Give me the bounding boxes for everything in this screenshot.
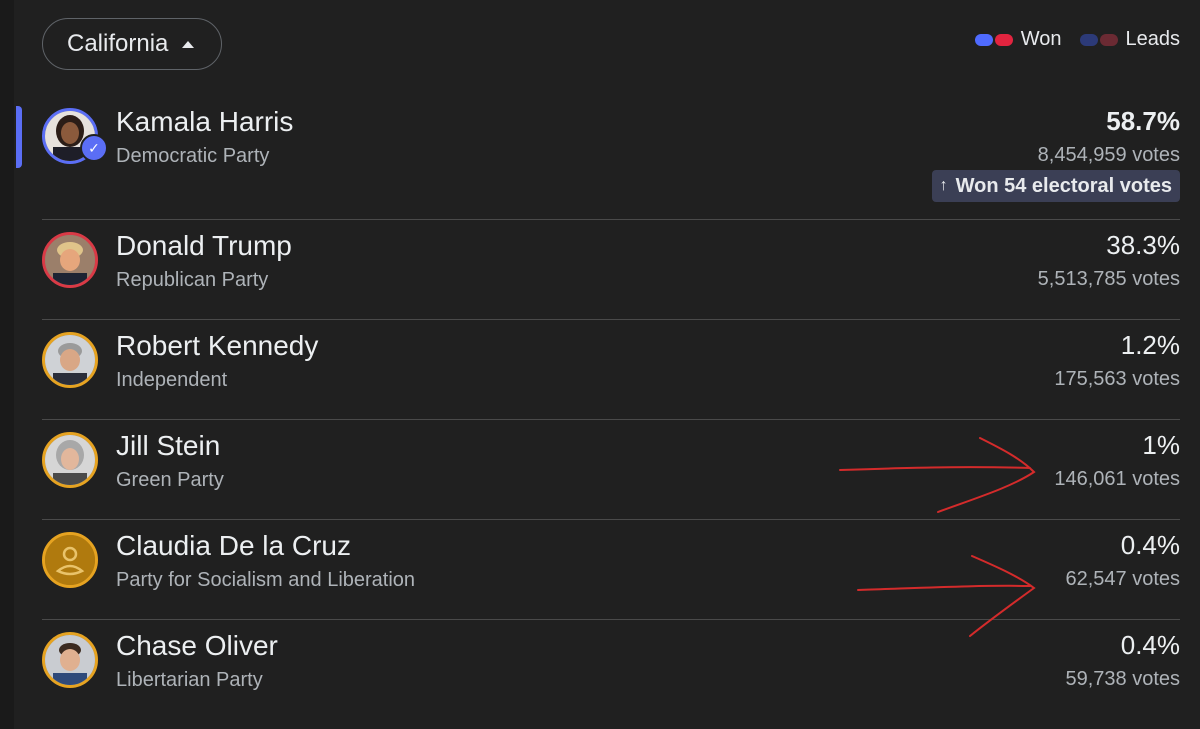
candidate-percent: 38.3% (1106, 230, 1180, 260)
candidate-party: Party for Socialism and Liberation (116, 569, 416, 591)
candidate-percent: 0.4% (1120, 630, 1180, 660)
candidate-party: Independent (116, 369, 228, 391)
candidate-name: Kamala Harris (116, 106, 294, 137)
state-dropdown[interactable]: California (42, 18, 222, 70)
candidate-row-de-la-cruz[interactable]: Claudia De la Cruz Party for Socialism a… (42, 520, 1180, 620)
candidate-name: Claudia De la Cruz (116, 530, 351, 561)
candidate-percent: 1% (1142, 430, 1180, 460)
candidate-name: Chase Oliver (116, 630, 278, 661)
candidate-party: Green Party (116, 469, 224, 491)
candidate-percent: 1.2% (1120, 330, 1180, 360)
candidate-photo-avatar (42, 632, 98, 688)
legend-leads: Leads (1079, 28, 1181, 51)
selected-indicator (16, 106, 22, 168)
candidate-votes: 175,563 votes (1054, 368, 1180, 390)
candidate-name: Jill Stein (116, 430, 221, 461)
candidate-row-harris[interactable]: ✓ Kamala Harris Democratic Party 58.7% 8… (16, 96, 1180, 220)
candidate-votes: 59,738 votes (1065, 668, 1180, 690)
candidate-name: Robert Kennedy (116, 330, 319, 361)
legend-won-label: Won (1020, 28, 1062, 50)
results-page: California Won Leads ✓ Kamala Harris Dem… (0, 0, 1200, 729)
left-edge (0, 0, 14, 729)
arrow-up-icon: ↑ (939, 177, 948, 194)
legend: Won Leads (957, 28, 1180, 51)
candidate-row-oliver[interactable]: Chase Oliver Libertarian Party 0.4% 59,7… (42, 620, 1180, 719)
candidate-party: Republican Party (116, 269, 269, 291)
candidate-percent: 58.7% (1106, 106, 1180, 136)
state-label: California (67, 30, 169, 57)
candidate-row-kennedy[interactable]: Robert Kennedy Independent 1.2% 175,563 … (42, 320, 1180, 420)
won-swatch-icon (974, 33, 1013, 46)
electoral-votes-label: Won 54 electoral votes (955, 174, 1172, 197)
candidate-photo-avatar (42, 432, 98, 488)
candidate-photo-avatar (42, 332, 98, 388)
legend-won: Won (974, 28, 1062, 51)
candidate-votes: 5,513,785 votes (1037, 268, 1180, 290)
leads-swatch-icon (1079, 33, 1118, 46)
legend-leads-label: Leads (1125, 28, 1181, 50)
candidate-votes: 8,454,959 votes (1037, 144, 1180, 166)
candidate-row-trump[interactable]: Donald Trump Republican Party 38.3% 5,51… (42, 220, 1180, 320)
candidate-party: Democratic Party (116, 145, 270, 167)
candidate-row-stein[interactable]: Jill Stein Green Party 1% 146,061 votes (42, 420, 1180, 520)
candidate-name: Donald Trump (116, 230, 292, 261)
candidate-photo-avatar (42, 232, 98, 288)
verified-check-icon: ✓ (80, 134, 108, 162)
candidate-party: Libertarian Party (116, 669, 263, 691)
candidate-percent: 0.4% (1120, 530, 1180, 560)
candidate-votes: 62,547 votes (1065, 568, 1180, 590)
candidate-list: ✓ Kamala Harris Democratic Party 58.7% 8… (16, 96, 1180, 719)
candidate-votes: 146,061 votes (1054, 468, 1180, 490)
caret-up-icon (182, 40, 195, 48)
electoral-votes-badge: ↑ Won 54 electoral votes (931, 170, 1180, 202)
person-placeholder-icon (42, 532, 98, 588)
